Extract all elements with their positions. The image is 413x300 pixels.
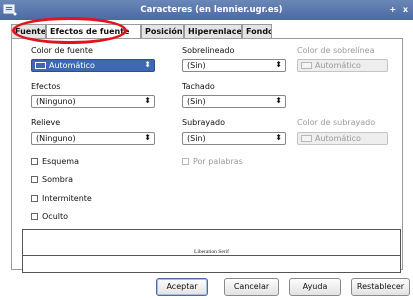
color-swatch [301, 135, 312, 142]
chevron-updown-icon: ⬍ [275, 133, 282, 142]
by-words-checkbox[interactable]: Por palabras [182, 157, 243, 166]
checkbox-box [31, 213, 38, 220]
font-color-label: Color de fuente [31, 46, 93, 55]
cancel-button[interactable]: Cancelar [224, 278, 279, 296]
strikethrough-select[interactable]: (Sin) ⬍ [182, 95, 286, 108]
underline-value: (Sin) [187, 134, 206, 143]
chevron-updown-icon: ⬍ [275, 60, 282, 69]
by-words-label: Por palabras [193, 157, 243, 166]
effects-value: (Ninguno) [36, 97, 76, 106]
ok-button[interactable]: Aceptar [156, 278, 208, 296]
font-color-value: Automático [49, 61, 95, 70]
font-preview: Liberation Serif [22, 229, 401, 273]
color-swatch [301, 62, 312, 69]
chevron-updown-icon: ⬍ [144, 133, 151, 142]
checkbox-box [31, 195, 38, 202]
shadow-checkbox[interactable]: Sombra [31, 175, 73, 184]
hidden-label: Oculto [42, 212, 69, 221]
underline-label: Subrayado [182, 118, 226, 127]
checkbox-box [182, 158, 189, 165]
chevron-updown-icon: ⬍ [144, 96, 151, 105]
chevron-updown-icon: ⬍ [275, 96, 282, 105]
color-swatch [35, 62, 46, 69]
highlight-ellipse [12, 17, 127, 44]
hidden-checkbox[interactable]: Oculto [31, 212, 68, 221]
outline-label: Esquema [42, 157, 79, 166]
overline-color-label: Color de sobrelínea [297, 46, 375, 55]
strikethrough-value: (Sin) [187, 97, 206, 106]
relief-label: Relieve [31, 118, 61, 127]
overline-color-value: Automático [315, 61, 361, 70]
preview-text: Liberation Serif [193, 249, 230, 255]
overline-select[interactable]: (Sin) ⬍ [182, 59, 286, 72]
baseline-rule [23, 255, 400, 256]
effects-label: Efectos [31, 82, 61, 91]
tab-background[interactable]: Fondo [242, 24, 272, 38]
underline-select[interactable]: (Sin) ⬍ [182, 132, 286, 145]
checkbox-box [31, 158, 38, 165]
overline-label: Sobrelineado [182, 46, 235, 55]
button-bar: Aceptar Cancelar Ayuda Restablecer [0, 276, 413, 300]
overline-color-select[interactable]: Automático [297, 59, 388, 72]
underline-color-label: Color de subrayado [297, 118, 376, 127]
relief-select[interactable]: (Ninguno) ⬍ [31, 132, 155, 145]
font-color-select[interactable]: Automático ⬍ [31, 59, 155, 72]
overline-value: (Sin) [187, 61, 206, 70]
tab-position[interactable]: Posición [141, 24, 184, 38]
underline-color-value: Automático [315, 134, 361, 143]
tab-hyperlink[interactable]: Hiperenlace [184, 24, 242, 38]
preview-text-wrap: Liberation Serif [23, 249, 400, 255]
help-button[interactable]: Ayuda [289, 278, 341, 296]
underline-color-select[interactable]: Automático [297, 132, 388, 145]
reset-button[interactable]: Restablecer [351, 278, 410, 296]
outline-checkbox[interactable]: Esquema [31, 157, 79, 166]
effects-select[interactable]: (Ninguno) ⬍ [31, 95, 155, 108]
strikethrough-label: Tachado [182, 82, 215, 91]
checkbox-box [31, 176, 38, 183]
window-title: Caracteres (en lennier.ugr.es) [140, 5, 283, 15]
blinking-checkbox[interactable]: Intermitente [31, 194, 92, 203]
chevron-updown-icon: ⬍ [144, 60, 151, 69]
blinking-label: Intermitente [42, 194, 92, 203]
window-controls[interactable]: + x [389, 5, 410, 14]
shadow-label: Sombra [42, 175, 74, 184]
relief-value: (Ninguno) [36, 134, 76, 143]
